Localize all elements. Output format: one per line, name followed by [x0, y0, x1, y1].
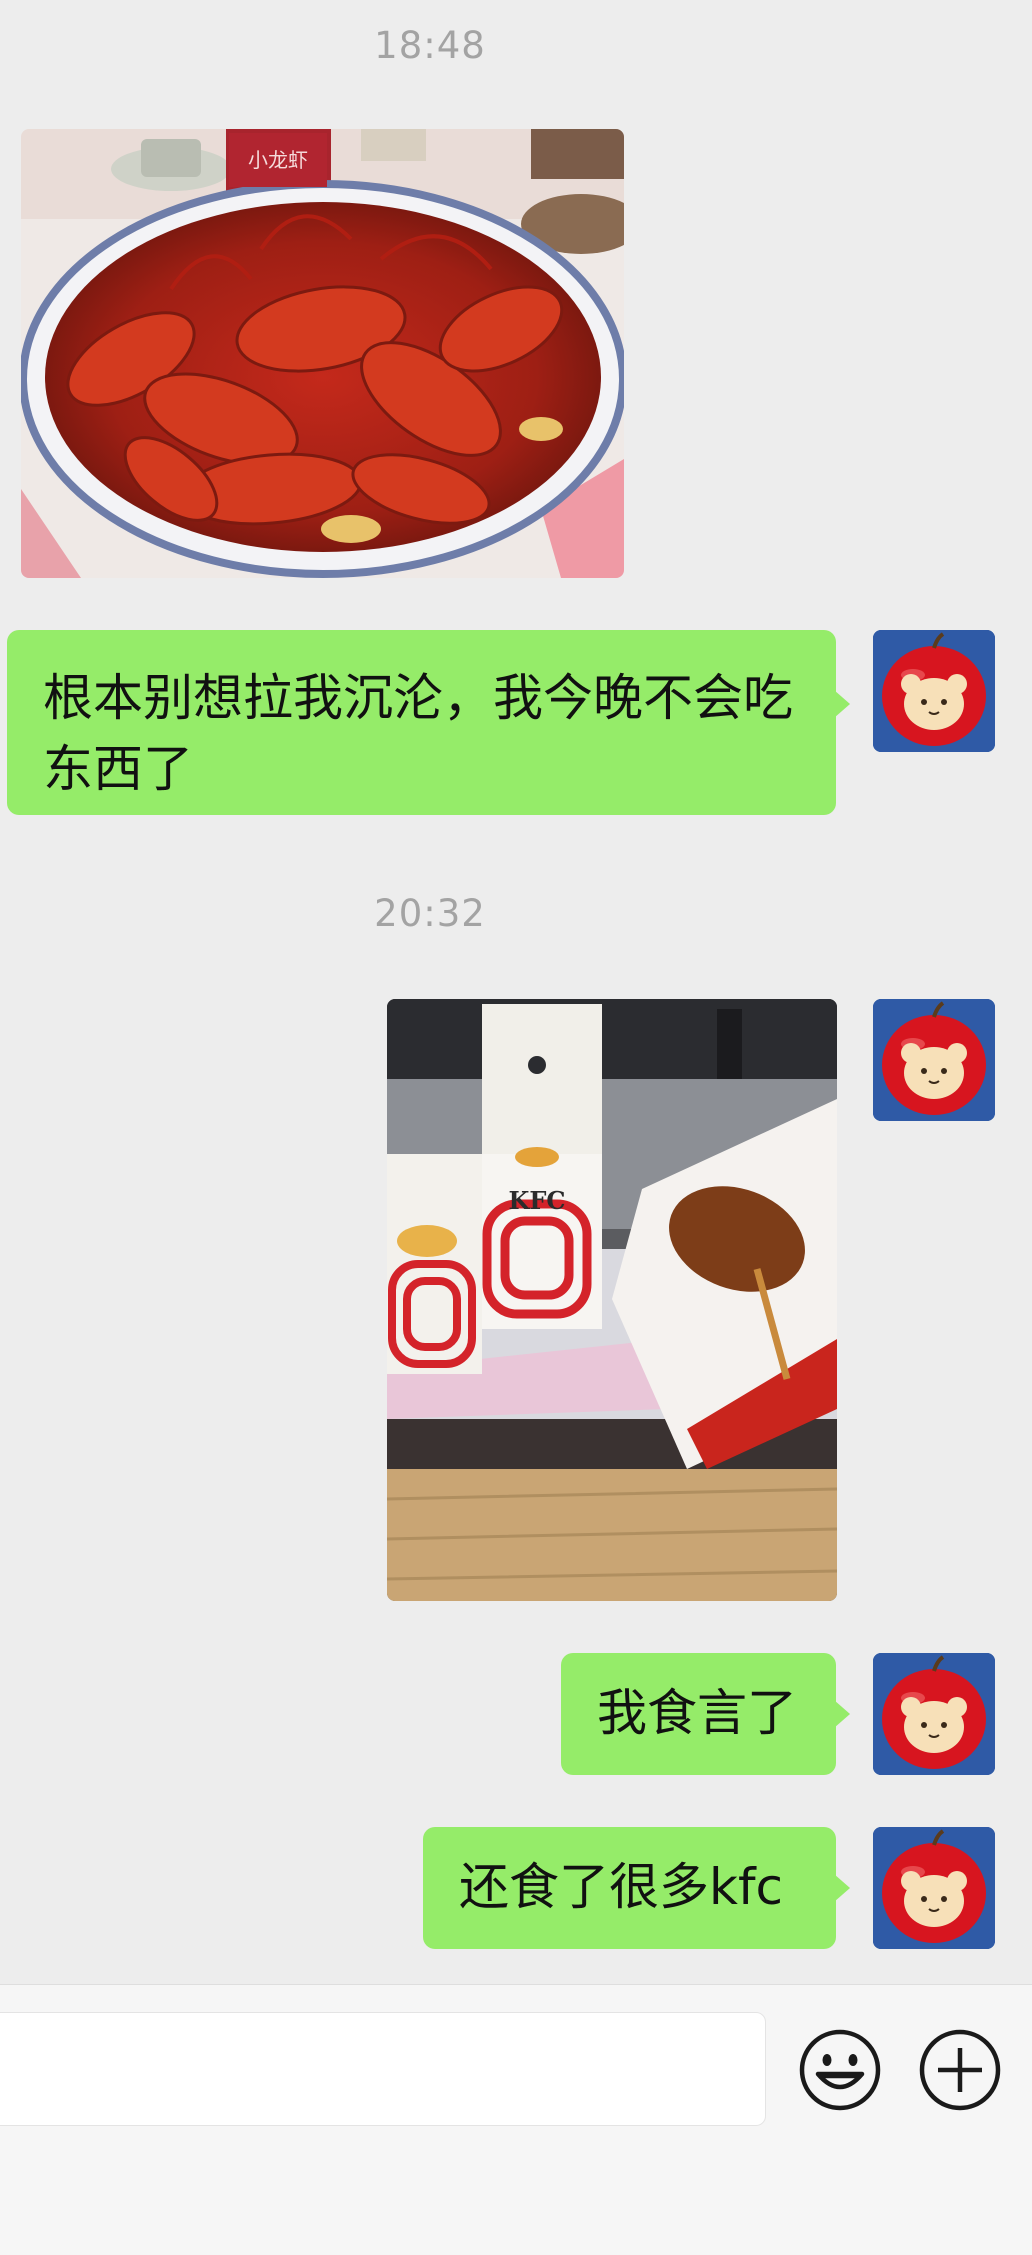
bubble-tail — [834, 1874, 850, 1902]
apple-bear-avatar-icon — [873, 999, 995, 1121]
avatar[interactable] — [873, 999, 995, 1121]
kfc-logo-text: KFC — [509, 1186, 566, 1215]
avatar[interactable] — [873, 630, 995, 752]
input-bar — [0, 1984, 1032, 2255]
kfc-photo[interactable]: KFC — [387, 999, 837, 1601]
avatar[interactable] — [873, 1827, 995, 1949]
message-text-line: 东西了 — [43, 740, 193, 798]
timestamp: 18:48 — [374, 24, 486, 67]
message-input[interactable] — [0, 2012, 766, 2126]
message-text: 我食言了 — [597, 1684, 797, 1742]
smiley-icon — [799, 2029, 881, 2111]
apple-bear-avatar-icon — [873, 630, 995, 752]
message-bubble[interactable]: 我食言了 — [561, 1653, 850, 1775]
crayfish-photo[interactable]: 小龙虾 — [21, 129, 624, 578]
bubble-tail — [834, 1700, 850, 1728]
message-text-line: 根本别想拉我沉沦，我今晚不会吃 — [43, 669, 793, 727]
more-button[interactable] — [918, 2028, 1002, 2112]
message-text: 还食了很多kfc — [459, 1858, 784, 1916]
timestamp: 20:32 — [374, 892, 486, 935]
avatar[interactable] — [873, 1653, 995, 1775]
crayfish-image: 小龙虾 — [21, 129, 624, 578]
apple-bear-avatar-icon — [873, 1653, 995, 1775]
bubble-tail — [834, 690, 850, 718]
sign-text: 小龙虾 — [248, 148, 308, 172]
message-bubble[interactable]: 根本别想拉我沉沦，我今晚不会吃 东西了 — [7, 630, 850, 815]
message-bubble[interactable]: 还食了很多kfc — [423, 1827, 850, 1949]
plus-circle-icon — [919, 2029, 1001, 2111]
emoji-button[interactable] — [798, 2028, 882, 2112]
kfc-image: KFC — [387, 999, 837, 1601]
apple-bear-avatar-icon — [873, 1827, 995, 1949]
